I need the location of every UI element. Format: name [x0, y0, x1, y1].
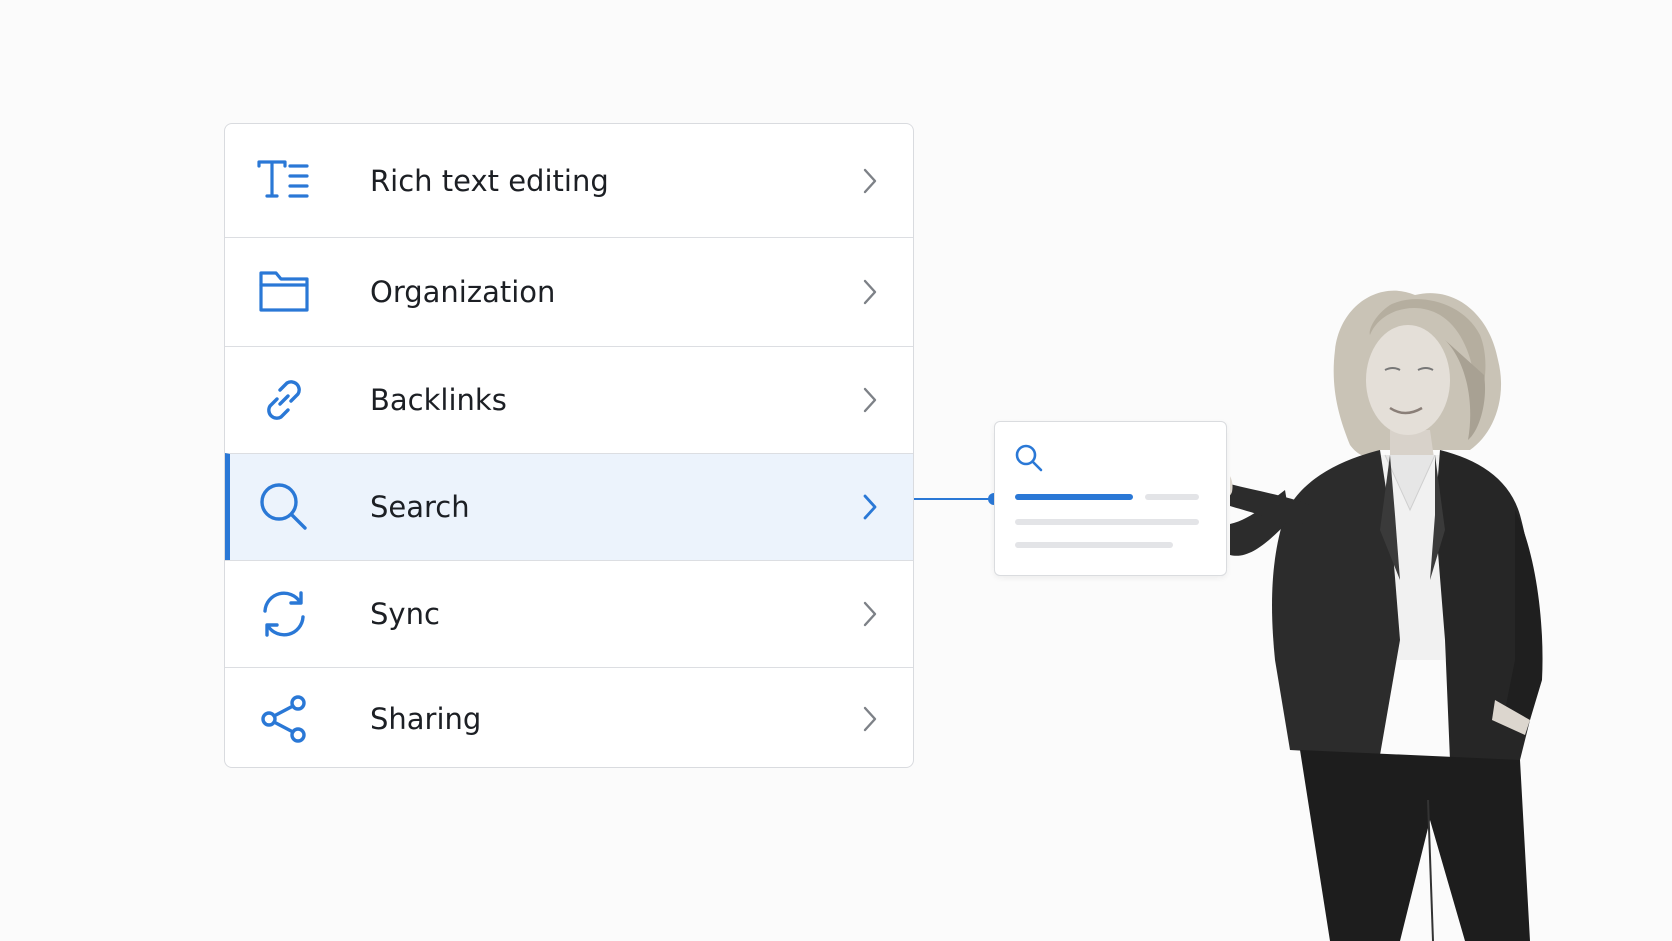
chevron-right-icon — [859, 276, 881, 308]
connector-line — [914, 498, 994, 500]
menu-item-label: Rich text editing — [370, 163, 609, 198]
search-result-bar — [1145, 494, 1199, 500]
sync-icon — [255, 585, 313, 643]
menu-item-label: Sharing — [370, 701, 482, 736]
chevron-right-icon — [859, 703, 881, 735]
search-result-bar — [1015, 519, 1199, 525]
link-icon — [255, 371, 313, 429]
menu-item-sharing[interactable]: Sharing — [225, 667, 913, 767]
menu-item-search[interactable]: Search — [225, 453, 913, 560]
chevron-right-icon — [859, 598, 881, 630]
menu-item-label: Sync — [370, 597, 440, 631]
menu-item-label: Search — [370, 490, 470, 524]
menu-item-label: Organization — [370, 275, 556, 309]
search-result-bar — [1015, 542, 1173, 548]
chevron-right-icon — [859, 491, 881, 523]
search-icon — [255, 478, 313, 536]
chevron-right-icon — [859, 384, 881, 416]
search-preview-card — [994, 421, 1227, 576]
menu-item-organization[interactable]: Organization — [225, 237, 913, 346]
folder-icon — [255, 263, 313, 321]
menu-item-rich-text-editing[interactable]: Rich text editing — [225, 124, 913, 237]
feature-menu: Rich text editing Organization Backlinks — [224, 123, 914, 768]
share-icon — [255, 690, 313, 748]
presenter-pointing-illustration — [1230, 280, 1650, 941]
search-icon — [1013, 442, 1045, 474]
chevron-right-icon — [859, 165, 881, 197]
menu-item-backlinks[interactable]: Backlinks — [225, 346, 913, 453]
menu-item-sync[interactable]: Sync — [225, 560, 913, 667]
menu-item-label: Backlinks — [370, 383, 507, 417]
rich-text-icon — [255, 152, 313, 210]
search-result-highlight-bar — [1015, 494, 1133, 500]
